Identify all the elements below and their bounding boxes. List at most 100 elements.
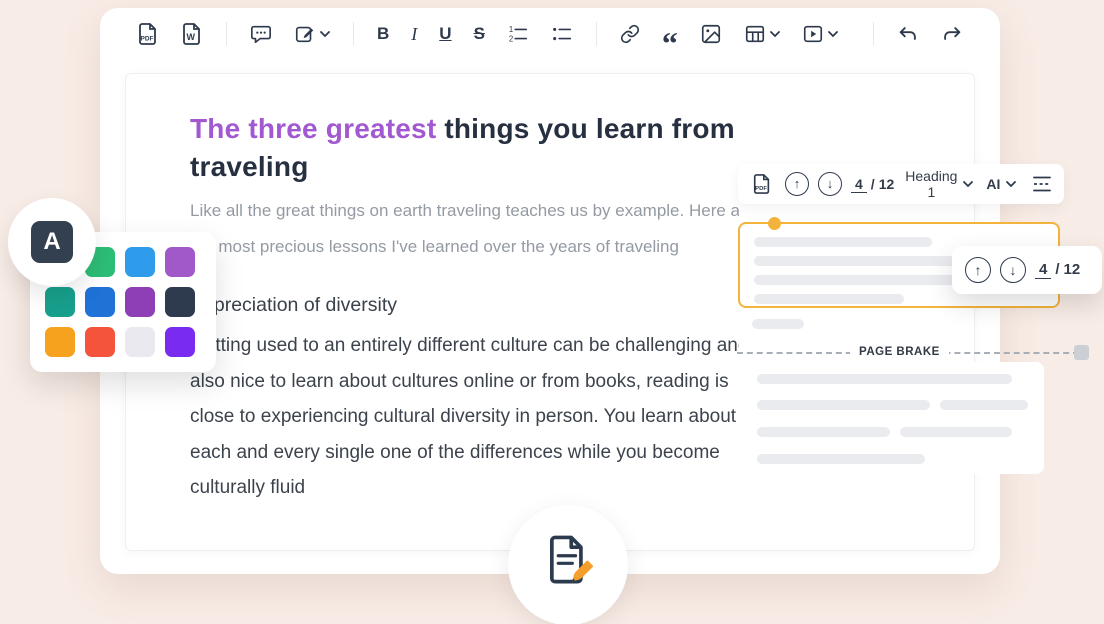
doc-intro: Like all the great things on earth trave… [190, 193, 739, 265]
svg-text:PDF: PDF [755, 186, 767, 192]
document-page[interactable]: The three greatest things you learn from… [125, 73, 975, 551]
redo-button[interactable] [937, 19, 967, 49]
chevron-down-icon [770, 31, 780, 38]
move-block-up-button[interactable]: ↑ [785, 172, 809, 196]
chevron-down-icon [1006, 181, 1016, 188]
doc-body-line: each and every single one of the differe… [190, 435, 739, 471]
main-toolbar: PDF W [100, 8, 1000, 60]
insert-table-button[interactable] [740, 19, 784, 49]
skeleton-line [754, 294, 904, 304]
doc-body-line: Getting used to an entirely different cu… [190, 328, 739, 364]
heading-style-select[interactable]: Heading 1 [903, 166, 975, 202]
page-indicator[interactable]: 4 / 12 [851, 176, 894, 193]
page-separator: / [1055, 261, 1059, 278]
color-swatch[interactable] [45, 287, 75, 317]
color-swatch[interactable] [165, 287, 195, 317]
editor-feature-badge [508, 505, 628, 624]
doc-title: The three greatest things you learn from… [190, 110, 739, 186]
nav-page-down-button[interactable]: ↓ [1000, 257, 1026, 283]
ai-menu-button[interactable]: AI [984, 174, 1018, 194]
svg-text:1: 1 [509, 25, 513, 34]
skeleton-line [754, 237, 932, 247]
chevron-down-icon [963, 181, 973, 188]
undo-icon [897, 23, 919, 45]
comment-button[interactable] [246, 19, 276, 49]
italic-button[interactable]: I [407, 19, 421, 49]
pdf-file-icon: PDF [752, 173, 772, 195]
page-break-handle[interactable] [1074, 345, 1089, 360]
font-color-icon: A [31, 221, 73, 263]
color-swatch[interactable] [165, 327, 195, 357]
page-current[interactable]: 4 [1035, 261, 1051, 279]
font-color-badge[interactable]: A [8, 198, 96, 286]
undo-button[interactable] [893, 19, 923, 49]
block-pdf-button[interactable]: PDF [748, 169, 776, 199]
color-swatch[interactable] [125, 327, 155, 357]
image-icon [700, 23, 722, 45]
insert-video-button[interactable] [798, 19, 842, 49]
document-pencil-icon [540, 531, 596, 587]
export-word-button[interactable]: W [177, 18, 207, 50]
color-swatch[interactable] [85, 287, 115, 317]
link-icon [620, 24, 640, 44]
skeleton-line [900, 427, 1012, 437]
annotate-button[interactable] [290, 19, 334, 49]
word-file-icon: W [181, 22, 203, 46]
color-swatch[interactable] [165, 247, 195, 277]
doc-intro-line: Like all the great things on earth trave… [190, 193, 739, 229]
pdf-file-icon: PDF [137, 22, 159, 46]
strikethrough-label: S [474, 23, 485, 45]
ordered-list-button[interactable]: 12 [503, 19, 533, 49]
move-block-down-button[interactable]: ↓ [818, 172, 842, 196]
page-indicator[interactable]: 4 / 12 [1035, 261, 1080, 279]
font-badge-letter: A [43, 228, 60, 256]
table-icon [744, 23, 766, 45]
skeleton-line [752, 319, 804, 329]
arrow-up-icon: ↑ [975, 262, 982, 278]
color-swatch[interactable] [125, 247, 155, 277]
svg-text:PDF: PDF [141, 36, 154, 43]
color-swatch[interactable] [125, 287, 155, 317]
page-nav-popup: ↑ ↓ 4 / 12 [952, 246, 1102, 294]
skeleton-line [940, 400, 1028, 410]
comment-icon [250, 23, 272, 45]
page-break-label: PAGE BRAKE [850, 342, 949, 362]
svg-text:2: 2 [509, 34, 513, 43]
bullet-list-icon [551, 23, 573, 45]
doc-section-heading: Appreciation of diversity [190, 290, 739, 320]
svg-text:W: W [187, 32, 196, 42]
bold-button[interactable]: B [373, 19, 393, 49]
strikethrough-button[interactable]: S [470, 19, 489, 49]
skeleton-line [757, 427, 890, 437]
chevron-down-icon [828, 31, 838, 38]
blockquote-button[interactable]: “ [658, 25, 682, 43]
block-handle-dot[interactable] [768, 217, 781, 230]
quote-icon: “ [662, 38, 678, 48]
heading-style-label: Heading 1 [905, 168, 957, 200]
document-content: The three greatest things you learn from… [190, 110, 739, 506]
page-break-divider[interactable]: PAGE BRAKE [737, 341, 1089, 365]
page-total: 12 [1064, 261, 1081, 278]
skeleton-line [757, 454, 925, 464]
page-current[interactable]: 4 [851, 176, 867, 193]
insert-image-button[interactable] [696, 19, 726, 49]
compose-icon [294, 23, 316, 45]
export-pdf-button[interactable]: PDF [133, 18, 163, 50]
page-separator: / [871, 176, 875, 192]
italic-label: I [411, 23, 417, 45]
ai-label: AI [986, 176, 1000, 192]
ordered-list-icon: 12 [507, 23, 529, 45]
toolbar-divider [596, 22, 597, 46]
doc-title-highlight: The three greatest [190, 113, 436, 144]
color-swatch[interactable] [45, 327, 75, 357]
video-icon [802, 23, 824, 45]
page-break-button[interactable] [1027, 169, 1057, 199]
bullet-list-button[interactable] [547, 19, 577, 49]
floating-block-toolbar: PDF ↑ ↓ 4 / 12 Heading 1 AI [738, 164, 1064, 204]
color-swatch[interactable] [85, 327, 115, 357]
doc-body-line: also nice to learn about cultures online… [190, 364, 739, 400]
nav-page-up-button[interactable]: ↑ [965, 257, 991, 283]
page-break-icon [1031, 173, 1053, 195]
underline-button[interactable]: U [435, 19, 455, 49]
link-button[interactable] [616, 20, 644, 48]
